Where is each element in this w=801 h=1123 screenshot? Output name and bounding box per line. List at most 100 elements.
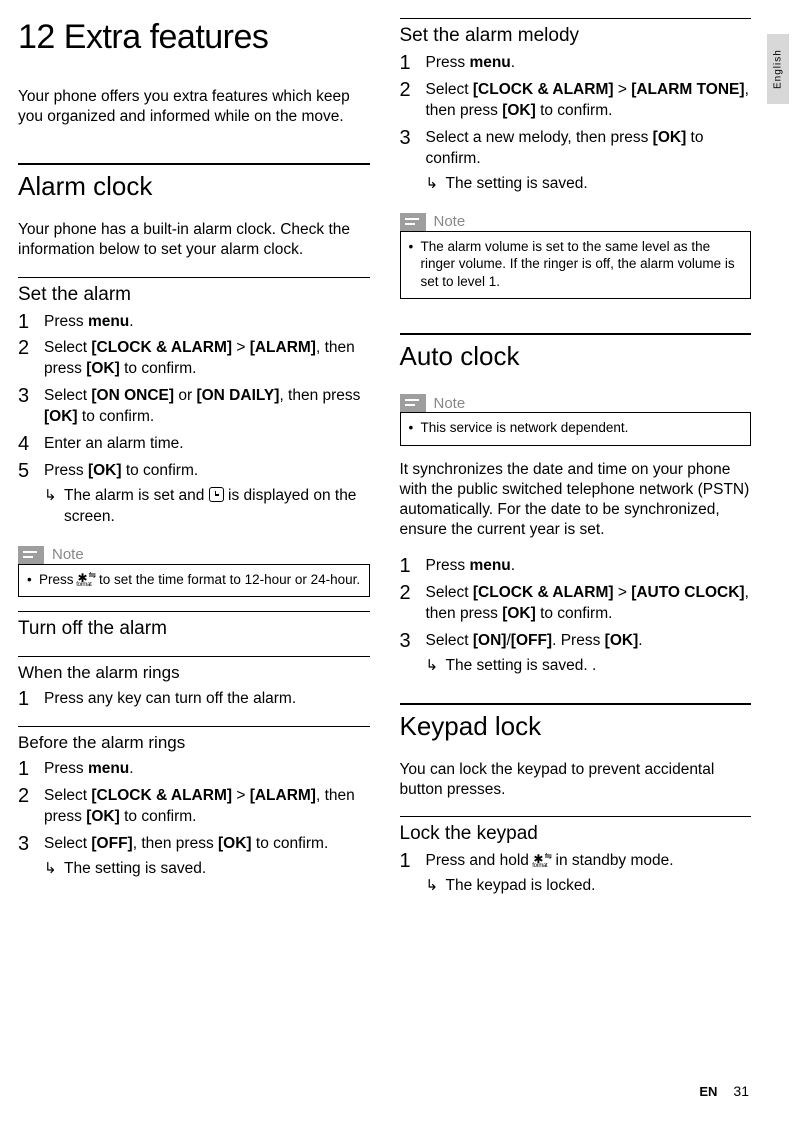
step: 5 Press [OK] to confirm. ↳The alarm is s… <box>18 461 370 528</box>
text: . <box>638 632 642 649</box>
text: to confirm. <box>120 808 197 825</box>
left-column: 12 Extra features Your phone offers you … <box>18 18 370 1093</box>
text: menu <box>88 313 129 330</box>
section-keypad-lock: Keypad lock <box>400 711 752 742</box>
text: [OFF] <box>91 835 132 852</box>
sub-turn-off: Turn off the alarm <box>18 618 370 640</box>
note-box: Note •Press to set the time format to 12… <box>18 546 370 598</box>
text: Press <box>44 462 88 479</box>
text: > <box>614 584 632 601</box>
text: . <box>511 557 515 574</box>
result-arrow-icon: ↳ <box>44 486 64 528</box>
text: [OK] <box>605 632 639 649</box>
footer-page: 31 <box>733 1083 749 1099</box>
step: 1 Press menu. <box>18 759 370 780</box>
text: [OK] <box>86 808 120 825</box>
auto-clock-body: It synchronizes the date and time on you… <box>400 460 752 541</box>
divider <box>18 726 370 727</box>
note-label: Note <box>434 395 466 412</box>
text: [ON ONCE] <box>91 387 174 404</box>
divider <box>18 277 370 278</box>
text: menu <box>88 760 129 777</box>
text: to confirm. <box>78 408 155 425</box>
step: 2 Select [CLOCK & ALARM] > [ALARM], then… <box>18 786 370 828</box>
result-arrow-icon: ↳ <box>44 859 64 880</box>
text: The setting is saved. <box>64 859 370 880</box>
text: [ALARM] <box>250 787 316 804</box>
step: 2 Select [CLOCK & ALARM] > [ALARM], then… <box>18 338 370 380</box>
text: [OK] <box>502 605 536 622</box>
text: [ALARM TONE] <box>631 81 744 98</box>
text: Select <box>44 787 91 804</box>
step: 3 Select [ON]/[OFF]. Press [OK]. ↳The se… <box>400 631 752 677</box>
text: Select a new melody, then press <box>426 129 653 146</box>
text: This service is network dependent. <box>421 419 629 437</box>
note-box: Note •The alarm volume is set to the sam… <box>400 213 752 300</box>
text: [OK] <box>502 102 536 119</box>
subsub-before-rings: Before the alarm rings <box>18 733 370 753</box>
section-alarm-clock: Alarm clock <box>18 171 370 202</box>
text: [CLOCK & ALARM] <box>473 584 614 601</box>
text: to confirm. <box>122 462 199 479</box>
result-arrow-icon: ↳ <box>426 876 446 897</box>
right-column: Set the alarm melody 1 Press menu. 2 Sel… <box>400 18 752 1093</box>
text: Press <box>426 54 470 71</box>
step: 1 Press menu. <box>18 312 370 333</box>
footer-lang: EN <box>699 1084 717 1099</box>
text: Press any key can turn off the alarm. <box>44 689 370 710</box>
chapter-title: 12 Extra features <box>18 18 370 57</box>
text: Select <box>426 632 473 649</box>
text: to confirm. <box>120 360 197 377</box>
sub-set-alarm: Set the alarm <box>18 284 370 306</box>
star-format-icon <box>77 572 95 584</box>
text: in standby mode. <box>551 852 673 869</box>
text: Press <box>39 572 77 587</box>
text: The alarm is set and <box>64 487 209 504</box>
text: [CLOCK & ALARM] <box>91 787 232 804</box>
divider <box>400 816 752 817</box>
text: to confirm. <box>252 835 329 852</box>
step: 1 Press menu. <box>400 53 752 74</box>
step: 3 Select [ON ONCE] or [ON DAILY], then p… <box>18 386 370 428</box>
text: to confirm. <box>536 605 613 622</box>
text: Select <box>44 387 91 404</box>
text: menu <box>469 557 510 574</box>
divider <box>18 611 370 612</box>
step: 1 Press menu. <box>400 556 752 577</box>
text: Press and hold <box>426 852 534 869</box>
divider <box>400 703 752 705</box>
text: [OK] <box>44 408 78 425</box>
divider <box>18 656 370 657</box>
section-auto-clock: Auto clock <box>400 341 752 372</box>
text: to confirm. <box>536 102 613 119</box>
text: Select <box>44 835 91 852</box>
text: , then press <box>279 387 360 404</box>
step: 3 Select [OFF], then press [OK] to confi… <box>18 834 370 880</box>
text: The setting is saved. . <box>446 656 752 677</box>
text: Press <box>44 313 88 330</box>
text: > <box>232 787 250 804</box>
keypad-body: You can lock the keypad to prevent accid… <box>400 760 752 800</box>
text: [ALARM] <box>250 339 316 356</box>
text: menu <box>469 54 510 71</box>
result-arrow-icon: ↳ <box>426 174 446 195</box>
text: [CLOCK & ALARM] <box>91 339 232 356</box>
text: [AUTO CLOCK] <box>631 584 744 601</box>
step: 3 Select a new melody, then press [OK] t… <box>400 128 752 195</box>
language-tab: English <box>767 34 789 104</box>
step: 2 Select [CLOCK & ALARM] > [ALARM TONE],… <box>400 80 752 122</box>
divider <box>400 333 752 335</box>
text: , then press <box>133 835 218 852</box>
divider <box>400 18 752 19</box>
text: > <box>232 339 250 356</box>
text: [OK] <box>88 462 122 479</box>
step: 2 Select [CLOCK & ALARM] > [AUTO CLOCK],… <box>400 583 752 625</box>
step: 1 Press any key can turn off the alarm. <box>18 689 370 710</box>
result-arrow-icon: ↳ <box>426 656 446 677</box>
alarm-icon <box>209 487 224 502</box>
text: [ON] <box>473 632 507 649</box>
text: [OFF] <box>511 632 552 649</box>
text: The setting is saved. <box>446 174 752 195</box>
text: The keypad is locked. <box>446 876 752 897</box>
note-label: Note <box>434 213 466 230</box>
